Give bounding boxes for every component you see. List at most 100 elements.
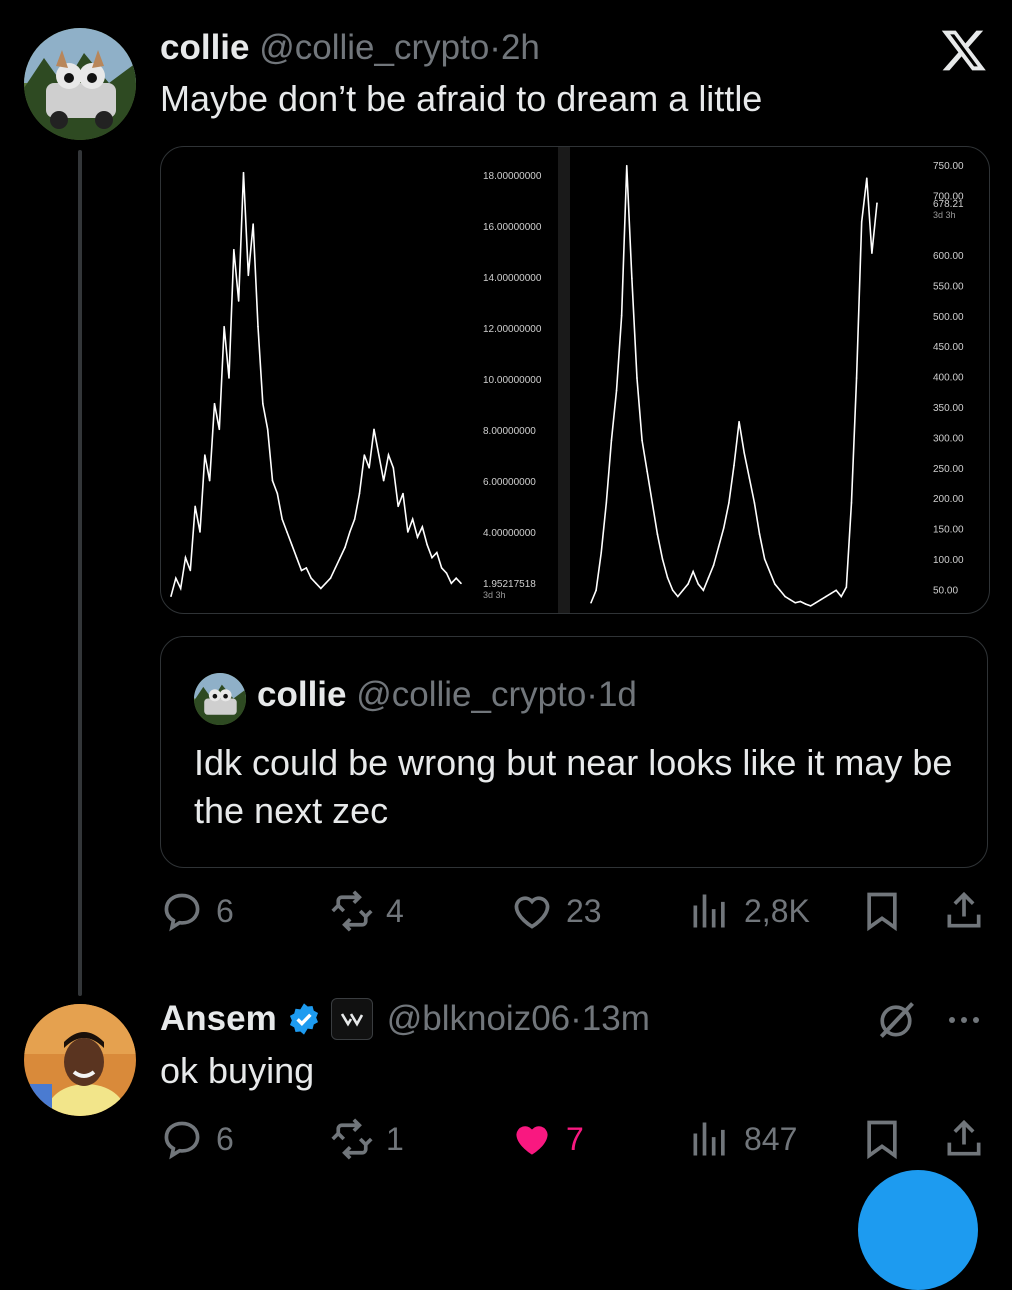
price-point [850, 502, 853, 504]
price-point [373, 428, 375, 431]
price-point [252, 223, 254, 225]
price-point [291, 544, 293, 546]
chart-divider [558, 147, 570, 613]
y-tick-label: 400.00 [933, 373, 964, 384]
chart-near: 18.00000000 16.00000000 14.00000000 12.0000… [170, 171, 542, 600]
views-button[interactable]: 2,8K [688, 886, 810, 936]
more-icon[interactable] [944, 1006, 984, 1034]
like-button[interactable]: 7 [510, 1114, 584, 1164]
share-button[interactable] [942, 1114, 986, 1164]
price-point [636, 377, 638, 379]
author-avatar[interactable] [24, 28, 136, 140]
repost-button[interactable]: 4 [330, 886, 404, 936]
like-button[interactable]: 23 [510, 886, 602, 936]
views-button[interactable]: 847 [688, 1114, 797, 1164]
share-icon [947, 1119, 981, 1156]
price-point [656, 533, 659, 535]
author-name[interactable]: collie [160, 28, 249, 67]
price-point [208, 479, 211, 482]
reply-time[interactable]: 13m [582, 999, 650, 1039]
price-point [804, 603, 807, 605]
price-point [809, 605, 812, 607]
y-tick-label: 300.00 [933, 433, 964, 444]
quote-avatar[interactable] [194, 673, 246, 725]
price-point [460, 582, 462, 585]
quote-handle[interactable]: @collie_crypto [356, 675, 586, 714]
quote-author-name[interactable]: collie [257, 675, 346, 714]
reply-author-name[interactable]: Ansem [160, 999, 277, 1039]
views-icon [693, 894, 725, 928]
price-point [431, 556, 433, 559]
price-point [677, 595, 679, 598]
price-point [310, 577, 312, 579]
price-point [768, 570, 771, 573]
compose-button[interactable] [858, 1170, 978, 1290]
y-tick-label: 6.00000000 [483, 477, 536, 488]
price-point [625, 164, 628, 167]
price-point [814, 601, 817, 604]
price-point [344, 546, 346, 549]
price-point [738, 420, 740, 423]
price-point [315, 582, 317, 585]
post-text: Maybe don’t be afraid to dream a little [160, 78, 763, 119]
x-logo [941, 30, 986, 71]
verified-icon [289, 1003, 318, 1035]
repost-button[interactable]: 1 [330, 1114, 404, 1164]
repost-count: 1 [386, 1120, 404, 1157]
price-point [286, 531, 288, 533]
y-tick-label: 16.00000000 [483, 222, 542, 233]
price-point [204, 454, 206, 456]
price-point [175, 577, 177, 579]
y-tick-label: 350.00 [933, 403, 964, 414]
chart-zec: 750.00700.00600.00550.00500.00450.00400.… [590, 161, 964, 607]
price-point [748, 477, 751, 479]
price-point [339, 556, 341, 559]
price-point [610, 439, 613, 442]
reply-text: ok buying [160, 1050, 315, 1091]
last-price-countdown: 3d 3h [483, 590, 506, 600]
y-tick-label: 50.00 [933, 585, 958, 596]
bookmark-button[interactable] [860, 886, 904, 936]
bookmark-icon [867, 1120, 897, 1160]
y-tick-label: 500.00 [933, 312, 964, 323]
reply-handle[interactable]: @blknoiz06 [387, 999, 570, 1039]
like-count: 23 [566, 892, 602, 929]
author-handle[interactable]: @collie_crypto [259, 28, 489, 67]
reply-count: 6 [216, 892, 234, 929]
price-point [651, 502, 654, 504]
share-button[interactable] [942, 886, 986, 936]
affiliate-badge[interactable] [330, 998, 373, 1040]
repost-count: 4 [386, 892, 404, 929]
separator: · [586, 675, 598, 714]
reply-avatar[interactable] [24, 1004, 136, 1116]
y-tick-label: 4.00000000 [483, 528, 536, 539]
bookmark-button[interactable] [860, 1114, 904, 1164]
quote-time[interactable]: 1d [598, 675, 637, 714]
price-point [257, 325, 259, 328]
price-point [213, 402, 216, 405]
y-tick-label: 250.00 [933, 464, 964, 475]
price-point [794, 601, 797, 604]
media-image[interactable]: 18.00000000 16.00000000 14.00000000 12.0000… [160, 146, 990, 614]
price-point [300, 569, 303, 572]
y-tick-label: 750.00 [933, 161, 964, 172]
reply-button[interactable]: 6 [160, 886, 234, 936]
price-point [295, 556, 298, 559]
price-point [363, 454, 366, 456]
affiliate-logo-icon [340, 1013, 363, 1027]
post-time[interactable]: 2h [501, 28, 540, 67]
thread-line [78, 150, 82, 996]
views-count: 2,8K [744, 892, 810, 929]
grok-icon[interactable] [874, 998, 918, 1042]
price-point [871, 252, 873, 254]
views-count: 847 [744, 1120, 798, 1157]
reply-button[interactable]: 6 [160, 1114, 234, 1164]
y-tick-label: 150.00 [933, 525, 964, 536]
price-point [789, 598, 791, 601]
quoted-post[interactable]: collie @collie_crypto·1d Idk could be wr… [160, 636, 988, 868]
y-tick-label: 8.00000000 [483, 426, 536, 437]
price-point [697, 583, 700, 585]
y-tick-label: 450.00 [933, 342, 964, 353]
price-point [620, 314, 623, 317]
price-point [865, 177, 868, 180]
